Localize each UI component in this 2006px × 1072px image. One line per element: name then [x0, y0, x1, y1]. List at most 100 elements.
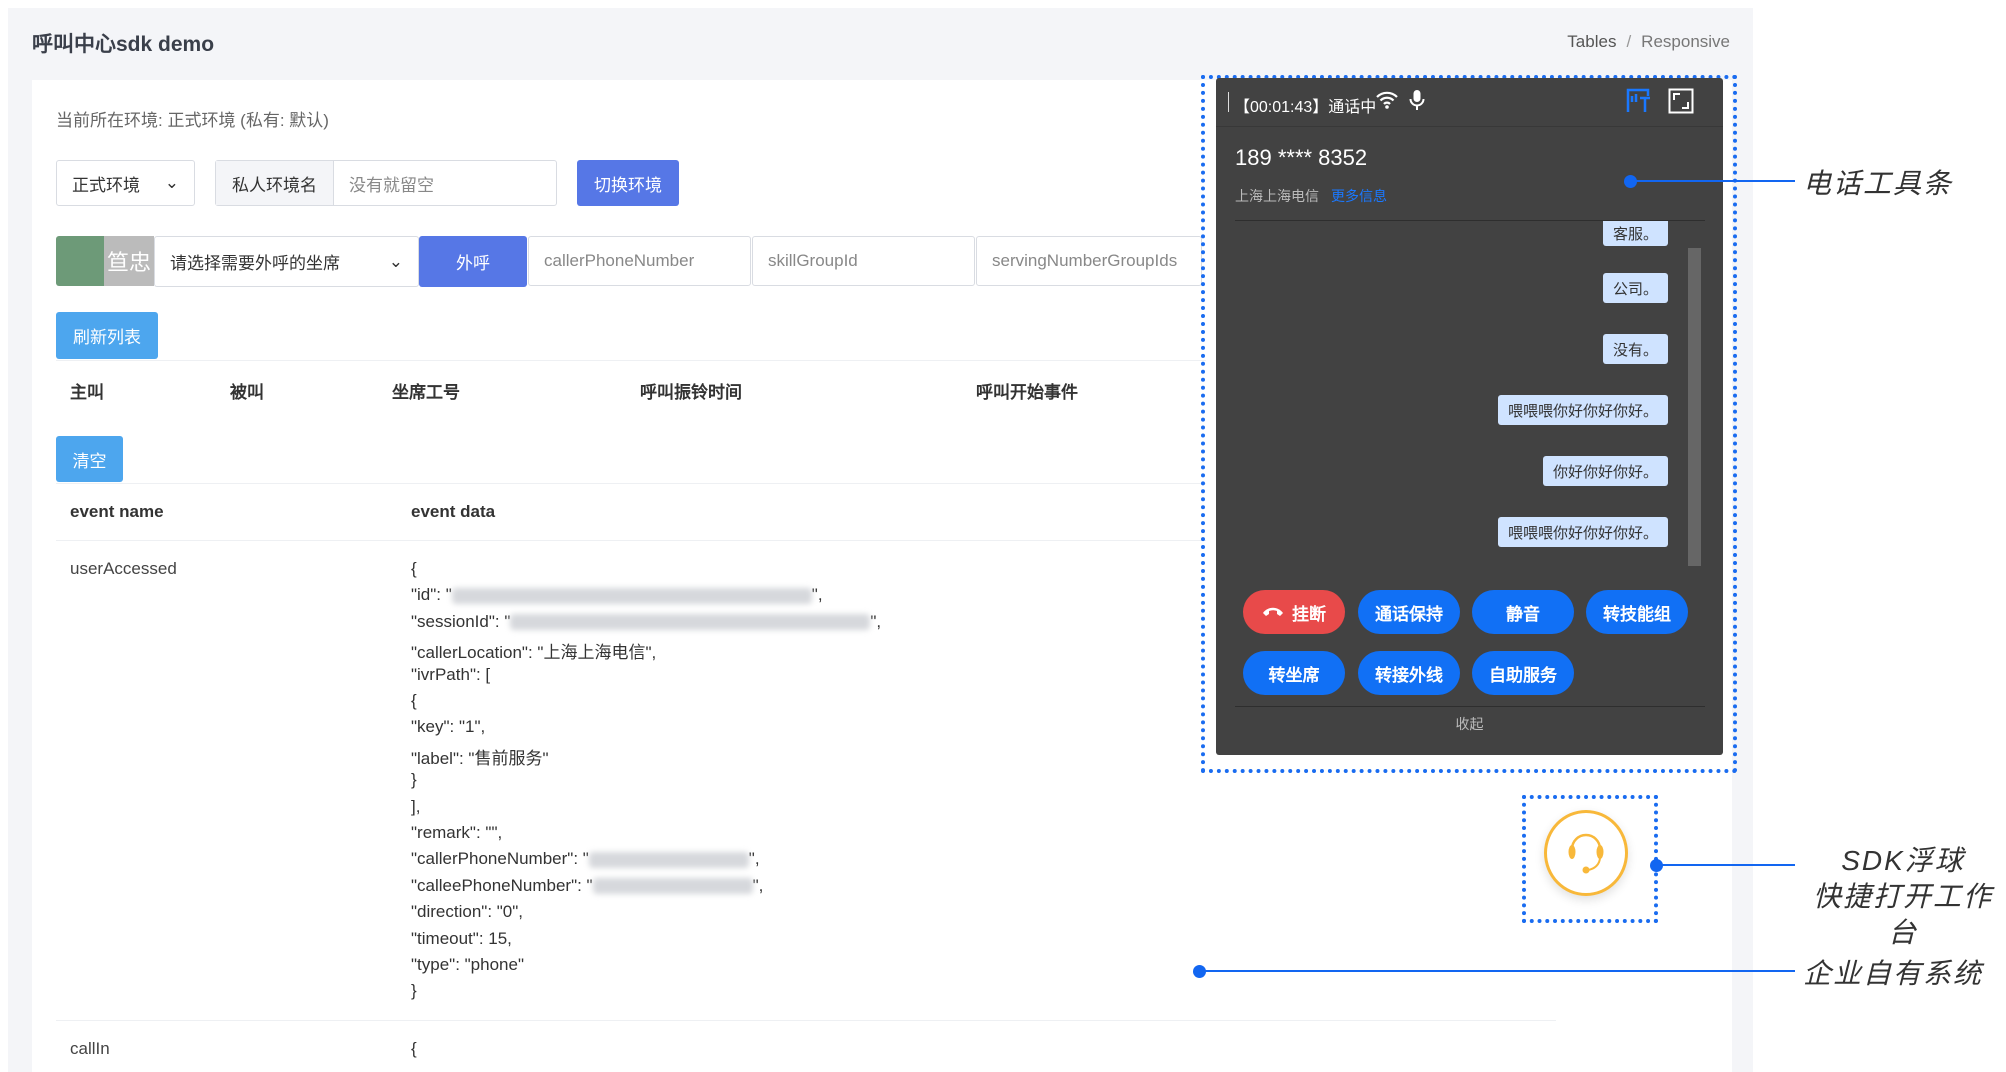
json-line-text: "id": " — [411, 585, 452, 605]
divider — [56, 540, 1206, 541]
annotation-float-ball-line1: SDK浮球 — [1841, 845, 1965, 876]
annotation-line — [1200, 970, 1795, 972]
chat-scrollbar[interactable] — [1688, 248, 1701, 566]
json-line: "key": "1", — [411, 717, 485, 737]
json-line-text: "direction": "0", — [411, 902, 524, 922]
chat-bubble: 公司。 — [1602, 273, 1668, 303]
json-line: "direction": "0", — [411, 902, 523, 922]
hold-button[interactable]: 通话保持 — [1358, 590, 1460, 634]
divider — [1216, 126, 1723, 127]
json-line-text: "callerLocation": "上海上海电信", — [411, 643, 657, 663]
caller-location: 上海上海电信 — [1235, 188, 1319, 204]
col-event-name: event name — [70, 502, 164, 521]
redacted-value — [510, 614, 871, 631]
skill-group-input[interactable]: skillGroupId — [752, 236, 975, 286]
col-caller: 主叫 — [70, 383, 104, 402]
collapse-button[interactable]: 收起 — [1216, 714, 1723, 734]
agent-avatar — [56, 236, 104, 286]
json-line-text: "callerPhoneNumber": " — [411, 849, 589, 869]
json-line: { — [411, 559, 417, 579]
expand-icon[interactable] — [1668, 88, 1694, 119]
hangup-label: 挂断 — [1292, 604, 1326, 624]
json-line: "type": "phone" — [411, 955, 524, 975]
chat-bubble: 你好你好你好。 — [1542, 456, 1668, 486]
serving-number-input[interactable]: servingNumberGroupIds — [976, 236, 1202, 286]
breadcrumb-tables[interactable]: Tables — [1567, 32, 1616, 51]
chat-bubble: 喂喂喂你好你好你好。 — [1497, 517, 1668, 547]
private-env-input[interactable]: 没有就留空 — [334, 171, 434, 196]
event-name-cell: userAccessed — [70, 559, 177, 578]
more-info-link[interactable]: 更多信息 — [1331, 186, 1387, 206]
chat-bubble: 客服。 — [1602, 221, 1668, 246]
json-line: "calleePhoneNumber": " ", — [411, 876, 763, 896]
annotation-system: 企业自有系统 — [1803, 958, 1984, 989]
self-service-button[interactable]: 自助服务 — [1472, 651, 1574, 695]
json-line-suffix: ", — [752, 875, 764, 895]
outbound-call-button[interactable]: 外呼 — [419, 236, 527, 287]
json-line-text: "calleePhoneNumber": " — [411, 875, 593, 895]
transfer-panel-icon[interactable] — [1626, 88, 1652, 119]
json-line-text: "ivrPath": [ — [411, 664, 491, 684]
json-line: { — [411, 691, 417, 711]
redacted-value — [588, 851, 749, 868]
json-line-text: } — [411, 770, 417, 790]
breadcrumb-responsive: Responsive — [1641, 32, 1730, 51]
transfer-skill-group-button[interactable]: 转技能组 — [1586, 590, 1688, 634]
sdk-float-ball[interactable] — [1544, 810, 1628, 896]
col-agent-id: 坐席工号 — [392, 383, 460, 402]
current-env-text: 当前所在环境: 正式环境 (私有: 默认) — [56, 111, 329, 130]
json-line-text: "timeout": 15, — [411, 928, 512, 948]
transfer-agent-button[interactable]: 转坐席 — [1243, 651, 1345, 695]
json-line: "timeout": 15, — [411, 929, 512, 949]
json-line-text: "remark": "", — [411, 823, 503, 842]
headset-icon — [1566, 827, 1606, 880]
redacted-value — [592, 878, 753, 895]
json-line: "remark": "", — [411, 823, 502, 843]
mute-button[interactable]: 静音 — [1472, 590, 1574, 634]
json-line-text: ], — [411, 796, 421, 816]
json-line-text: "type": "phone" — [411, 955, 524, 974]
agent-name-avatar: 笪忠 — [104, 236, 154, 286]
chevron-down-icon: ⌄ — [164, 173, 179, 192]
wifi-icon — [1376, 90, 1398, 115]
redacted-value — [451, 587, 812, 604]
json-line: "ivrPath": [ — [411, 665, 490, 685]
microphone-icon — [1409, 89, 1425, 116]
annotation-float-ball-line2: 快捷打开工作台 — [1812, 881, 1993, 948]
json-line: "id": " ", — [411, 585, 823, 605]
seat-select[interactable]: 请选择需要外呼的坐席 ⌄ — [154, 236, 419, 287]
json-line: "callerLocation": "上海上海电信", — [411, 638, 656, 663]
annotation-float-ball: SDK浮球快捷打开工作台 — [1803, 843, 2003, 951]
json-line-text: "key": "1", — [411, 717, 486, 737]
divider — [56, 483, 1206, 484]
hangup-phone-icon — [1262, 602, 1284, 622]
json-line-text: "label": "售前服务" — [411, 748, 549, 768]
transfer-external-button[interactable]: 转接外线 — [1358, 651, 1460, 695]
seat-select-value: 请选择需要外呼的坐席 — [170, 254, 340, 273]
json-line: ], — [411, 797, 420, 817]
annotation-line — [1657, 864, 1795, 866]
env-select-value: 正式环境 — [72, 175, 140, 195]
json-line-suffix: ", — [870, 611, 882, 631]
caller-phone-input[interactable]: callerPhoneNumber — [528, 236, 751, 286]
json-line-text: { — [411, 559, 417, 578]
chat-bubble: 喂喂喂你好你好你好。 — [1497, 395, 1668, 425]
json-line: "callerPhoneNumber": " ", — [411, 849, 760, 869]
annotation-line — [1630, 180, 1795, 182]
divider — [1228, 92, 1229, 112]
event-name-cell: callIn — [70, 1039, 110, 1058]
json-line: } — [411, 981, 417, 1001]
json-line-suffix: ", — [811, 585, 823, 605]
switch-env-button[interactable]: 切换环境 — [577, 160, 679, 206]
col-event-data: event data — [411, 502, 496, 521]
breadcrumb: Tables / Responsive — [1567, 32, 1730, 52]
clear-button[interactable]: 清空 — [56, 436, 123, 482]
private-env-group: 私人环境名 没有就留空 — [215, 160, 557, 206]
env-select[interactable]: 正式环境 ⌄ — [56, 160, 195, 206]
json-line-suffix: ", — [748, 849, 760, 869]
hangup-button[interactable]: 挂断 — [1243, 590, 1345, 634]
json-line: "label": "售前服务" — [411, 744, 549, 769]
refresh-list-button[interactable]: 刷新列表 — [56, 312, 158, 359]
divider — [1235, 706, 1705, 707]
breadcrumb-separator: / — [1626, 32, 1632, 51]
